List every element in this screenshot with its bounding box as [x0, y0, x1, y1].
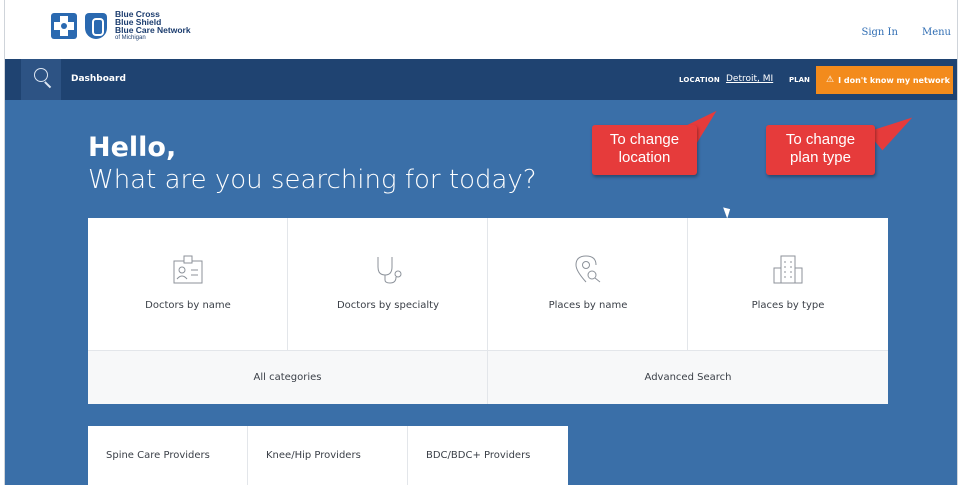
warning-icon: ⚠	[826, 75, 835, 85]
search-question: What are you searching for today?	[88, 165, 537, 195]
map-pin-search-icon	[575, 255, 601, 283]
all-categories-button[interactable]: All categories	[88, 351, 488, 404]
plan-callout: To change plan type	[766, 125, 875, 175]
tab-bdc[interactable]: BDC/BDC+ Providers	[408, 426, 568, 485]
plan-label: PLAN	[789, 76, 810, 84]
places-by-type-card[interactable]: Places by type	[688, 218, 888, 351]
network-button[interactable]: ⚠ I don't know my network	[816, 66, 953, 94]
brand-line-4: of Michigan	[115, 35, 146, 41]
mouse-cursor-icon	[723, 205, 733, 219]
brand-line-3: Blue Care Network	[115, 25, 191, 35]
browser-viewport: Blue Cross Blue Shield Blue Care Network…	[4, 0, 958, 485]
doctors-by-specialty-card[interactable]: Doctors by specialty	[288, 218, 488, 351]
tab-knee-hip[interactable]: Knee/Hip Providers	[248, 426, 408, 485]
search-icon	[34, 68, 48, 82]
header-links: Sign In Menu	[861, 27, 951, 38]
doctors-by-name-label: Doctors by name	[145, 300, 231, 311]
location-label: LOCATION	[679, 76, 720, 84]
stethoscope-icon	[377, 257, 402, 284]
search-button[interactable]	[21, 59, 61, 100]
menu-link[interactable]: Menu	[922, 27, 951, 38]
id-badge-icon	[173, 255, 203, 284]
building-icon	[773, 255, 803, 284]
blue-cross-icon	[51, 13, 77, 39]
doctors-by-name-card[interactable]: Doctors by name	[88, 218, 288, 351]
doctors-by-specialty-label: Doctors by specialty	[336, 300, 440, 311]
tab-spine-care[interactable]: Spine Care Providers	[88, 426, 248, 485]
sign-in-link[interactable]: Sign In	[861, 27, 897, 38]
places-by-type-label: Places by type	[751, 300, 825, 311]
main-nav: Dashboard LOCATION Detroit, MI PLAN ⚠ I …	[5, 59, 957, 100]
dashboard-link[interactable]: Dashboard	[71, 74, 126, 84]
advanced-search-button[interactable]: Advanced Search	[488, 351, 888, 404]
places-by-name-card[interactable]: Places by name	[488, 218, 688, 351]
places-by-name-label: Places by name	[548, 300, 628, 311]
search-options: Doctors by name Doctors by specialty Pla…	[88, 218, 888, 404]
plan-callout-line-2: plan type	[790, 149, 851, 166]
provider-tabs: Spine Care Providers Knee/Hip Providers …	[88, 426, 568, 485]
location-callout-line-1: To change	[609, 131, 680, 148]
brand-name: Blue Cross Blue Shield Blue Care Network…	[115, 10, 191, 42]
bcbs-logo[interactable]: Blue Cross Blue Shield Blue Care Network…	[51, 10, 191, 42]
greeting-heading: Hello,	[88, 132, 177, 163]
location-callout: To change location	[592, 125, 697, 175]
location-callout-line-2: location	[618, 149, 671, 166]
location-link[interactable]: Detroit, MI	[726, 74, 773, 84]
search-hero: Hello, What are you searching for today?…	[5, 99, 957, 485]
site-header: Blue Cross Blue Shield Blue Care Network…	[5, 0, 957, 59]
blue-shield-icon	[85, 13, 107, 39]
network-button-label: I don't know my network	[838, 75, 950, 85]
plan-callout-line-1: To change	[785, 131, 856, 148]
